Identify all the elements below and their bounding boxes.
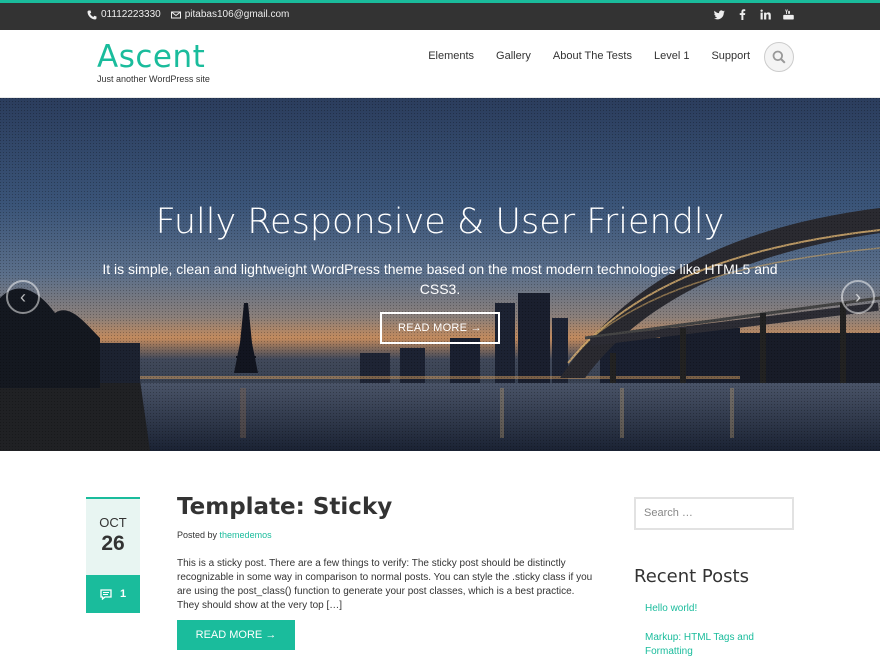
chevron-left-icon: ‹: [20, 286, 26, 307]
search-button[interactable]: [764, 42, 794, 72]
comments-count: 1: [119, 588, 127, 600]
hero-title: Fully Responsive & User Friendly: [155, 202, 725, 242]
post-title[interactable]: Template: Sticky: [177, 494, 392, 520]
slider-next-button[interactable]: ›: [841, 280, 875, 314]
email-address[interactable]: pitabas106@gmail.com: [185, 9, 290, 20]
post-month: OCT: [99, 515, 127, 530]
hero-read-more-button[interactable]: READ MORE →: [380, 312, 500, 344]
recent-posts-list: Hello world! Markup: HTML Tags and Forma…: [645, 602, 795, 660]
hero-slider: Fully Responsive & User Friendly It is s…: [0, 98, 880, 451]
nav-item-level-1[interactable]: Level 1: [654, 50, 689, 62]
post-date-box: OCT 26 1: [86, 497, 140, 613]
post-author-link[interactable]: themedemos: [220, 530, 272, 540]
twitter-icon[interactable]: [714, 9, 725, 20]
nav-item-gallery[interactable]: Gallery: [496, 50, 531, 62]
recent-post-link[interactable]: Markup: HTML Tags and Formatting: [645, 631, 795, 659]
contact-info: 01112223330 pitabas106@gmail.com: [87, 9, 289, 20]
comment-icon: [100, 588, 112, 600]
nav-item-about-the-tests[interactable]: About The Tests: [553, 50, 632, 62]
phone-icon: [87, 10, 97, 19]
post-day: 26: [101, 532, 125, 555]
main-nav: Elements Gallery About The Tests Level 1…: [428, 50, 750, 62]
post-excerpt: This is a sticky post. There are a few t…: [177, 558, 593, 611]
site-header: Ascent Just another WordPress site Eleme…: [0, 30, 880, 98]
hero-subtitle: It is simple, clean and lightweight Word…: [102, 261, 778, 297]
nav-item-support[interactable]: Support: [711, 50, 750, 62]
recent-posts-heading: Recent Posts: [634, 566, 749, 587]
top-bar: 01112223330 pitabas106@gmail.com: [0, 0, 880, 30]
phone-item: 01112223330: [87, 9, 161, 20]
linkedin-icon[interactable]: [760, 9, 771, 20]
social-links: [714, 9, 794, 20]
facebook-icon[interactable]: [737, 9, 748, 20]
site-logo[interactable]: Ascent: [97, 42, 205, 73]
nav-item-elements[interactable]: Elements: [428, 50, 474, 62]
post-date: OCT 26: [86, 497, 140, 575]
search-icon: [772, 50, 786, 64]
recent-post-link[interactable]: Hello world!: [645, 602, 795, 616]
posted-by-label: Posted by: [177, 530, 218, 540]
comments-count-link[interactable]: 1: [86, 575, 140, 613]
chevron-right-icon: ›: [855, 286, 861, 307]
site-tagline: Just another WordPress site: [97, 74, 210, 84]
sidebar-search-input[interactable]: Search …: [634, 497, 794, 530]
phone-number: 01112223330: [101, 9, 161, 20]
youtube-icon[interactable]: [783, 9, 794, 20]
post-meta: Posted by themedemos: [177, 530, 272, 540]
slider-prev-button[interactable]: ‹: [6, 280, 40, 314]
envelope-icon: [170, 11, 181, 18]
post-read-more-button[interactable]: READ MORE →: [177, 620, 295, 650]
email-item[interactable]: pitabas106@gmail.com: [170, 9, 290, 20]
